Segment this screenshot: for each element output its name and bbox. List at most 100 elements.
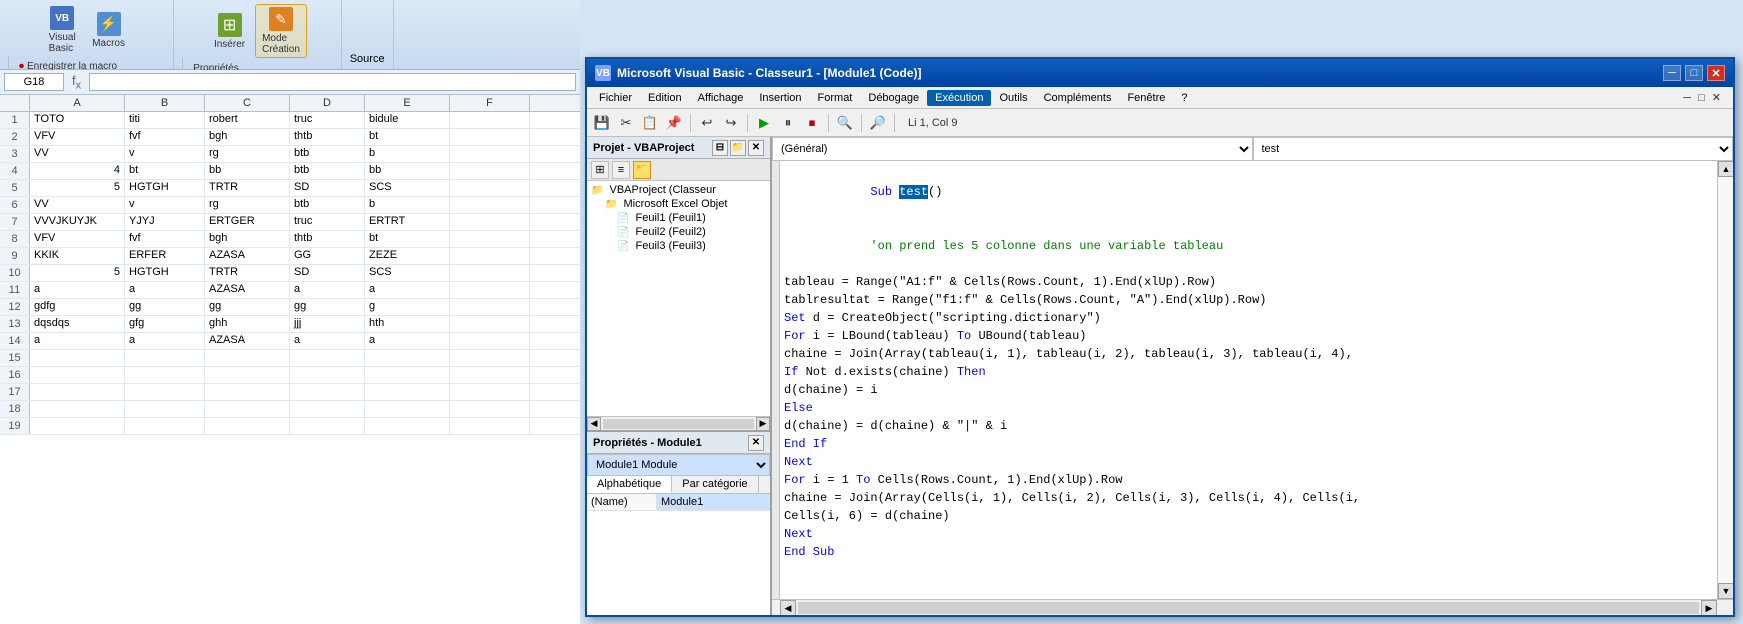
menu-help[interactable]: ? [1173,90,1195,106]
cell-2-4[interactable]: thtb [290,129,365,145]
vba-debug-btn[interactable]: 🔍 [834,112,856,134]
cell-4-4[interactable]: btb [290,163,365,179]
cell-1-3[interactable]: robert [205,112,290,128]
cell-9-6[interactable] [450,248,530,264]
cell-7-4[interactable]: truc [290,214,365,230]
cell-19-5[interactable] [365,418,450,434]
cell-3-5[interactable]: b [365,146,450,162]
cell-13-5[interactable]: hth [365,316,450,332]
cell-18-1[interactable] [30,401,125,417]
cell-17-4[interactable] [290,384,365,400]
cell-8-6[interactable] [450,231,530,247]
cell-1-6[interactable] [450,112,530,128]
cell-17-6[interactable] [450,384,530,400]
project-folder-btn[interactable]: 📁 [730,140,746,156]
col-header-b[interactable]: B [125,95,205,111]
vscroll-track[interactable] [1718,177,1733,583]
cell-10-2[interactable]: HGTGH [125,265,205,281]
cell-1-5[interactable]: bidule [365,112,450,128]
cell-17-1[interactable] [30,384,125,400]
cell-3-4[interactable]: btb [290,146,365,162]
cell-4-5[interactable]: bb [365,163,450,179]
vba-pause-btn[interactable]: ⏸ [777,112,799,134]
cell-14-3[interactable]: AZASA [205,333,290,349]
cell-9-1[interactable]: KKIK [30,248,125,264]
cell-6-1[interactable]: VV [30,197,125,213]
cell-19-2[interactable] [125,418,205,434]
cell-8-2[interactable]: fvf [125,231,205,247]
col-header-a[interactable]: A [30,95,125,111]
cell-16-3[interactable] [205,367,290,383]
cell-19-4[interactable] [290,418,365,434]
cell-13-3[interactable]: ghh [205,316,290,332]
cell-8-5[interactable]: bt [365,231,450,247]
cell-19-3[interactable] [205,418,290,434]
hscroll-right-code[interactable]: ▶ [1701,600,1717,615]
cell-10-5[interactable]: SCS [365,265,450,281]
hscroll-left-code[interactable]: ◀ [780,600,796,615]
cell-12-3[interactable]: gg [205,299,290,315]
grid-row-18[interactable]: 18 [0,401,580,418]
cell-16-6[interactable] [450,367,530,383]
vba-search-btn[interactable]: 🔎 [867,112,889,134]
tree-item-excel-objects[interactable]: 📁 Microsoft Excel Objet [589,197,768,211]
grid-row-16[interactable]: 16 [0,367,580,384]
cell-16-5[interactable] [365,367,450,383]
vba-cut-btn[interactable]: ✂ [615,112,637,134]
menu-fenetre[interactable]: Fenêtre [1119,90,1173,106]
vba-undo-btn[interactable]: ↩ [696,112,718,134]
cell-17-3[interactable] [205,384,290,400]
cell-5-3[interactable]: TRTR [205,180,290,196]
cell-4-6[interactable] [450,163,530,179]
hscroll-track[interactable] [603,419,754,429]
vscroll-down[interactable]: ▼ [1718,583,1733,599]
cell-18-6[interactable] [450,401,530,417]
cell-12-2[interactable]: gg [125,299,205,315]
tree-item-vbaproject[interactable]: 📁 VBAProject (Classeur [589,183,768,197]
cell-1-1[interactable]: TOTO [30,112,125,128]
cell-3-1[interactable]: VV [30,146,125,162]
cell-13-1[interactable]: dqsdqs [30,316,125,332]
col-header-e[interactable]: E [365,95,450,111]
name-box[interactable] [4,73,64,91]
tree-item-feuil1[interactable]: 📄 Feuil1 (Feuil1) [589,211,768,225]
col-header-d[interactable]: D [290,95,365,111]
cell-10-1[interactable]: 5 [30,265,125,281]
formula-bar[interactable] [89,73,576,91]
vba-redo-btn[interactable]: ↪ [720,112,742,134]
cell-7-1[interactable]: VVVJKUYJK [30,214,125,230]
grid-row-13[interactable]: 13dqsdqsgfgghhjjjhth [0,316,580,333]
visual-basic-button[interactable]: VB VisualBasic [42,4,82,56]
props-module-select[interactable]: Module1 Module [587,454,770,476]
tree-btn-1[interactable]: ⊞ [591,161,609,179]
code-proc-select[interactable]: test [1253,137,1734,161]
cell-19-6[interactable] [450,418,530,434]
grid-row-11[interactable]: 11aaAZASAaa [0,282,580,299]
grid-row-4[interactable]: 44btbbbtbbb [0,163,580,180]
cell-6-2[interactable]: v [125,197,205,213]
tree-btn-2[interactable]: ≡ [612,161,630,179]
hscroll-left[interactable]: ◀ [587,417,601,431]
cell-9-4[interactable]: GG [290,248,365,264]
cell-4-2[interactable]: bt [125,163,205,179]
cell-9-3[interactable]: AZASA [205,248,290,264]
col-header-f[interactable]: F [450,95,530,111]
cell-14-4[interactable]: a [290,333,365,349]
grid-row-19[interactable]: 19 [0,418,580,435]
grid-row-10[interactable]: 105HGTGHTRTRSDSCS [0,265,580,282]
menu-complements[interactable]: Compléments [1036,90,1120,106]
cell-15-4[interactable] [290,350,365,366]
grid-row-2[interactable]: 2VFVfvfbghthtbbt [0,129,580,146]
grid-row-15[interactable]: 15 [0,350,580,367]
cell-8-3[interactable]: bgh [205,231,290,247]
cell-9-2[interactable]: ERFER [125,248,205,264]
cell-14-1[interactable]: a [30,333,125,349]
cell-11-6[interactable] [450,282,530,298]
cell-1-2[interactable]: titi [125,112,205,128]
cell-14-5[interactable]: a [365,333,450,349]
project-close-btn[interactable]: ✕ [748,140,764,156]
cell-5-5[interactable]: SCS [365,180,450,196]
cell-16-2[interactable] [125,367,205,383]
cell-13-2[interactable]: gfg [125,316,205,332]
tree-btn-3[interactable]: 📁 [633,161,651,179]
